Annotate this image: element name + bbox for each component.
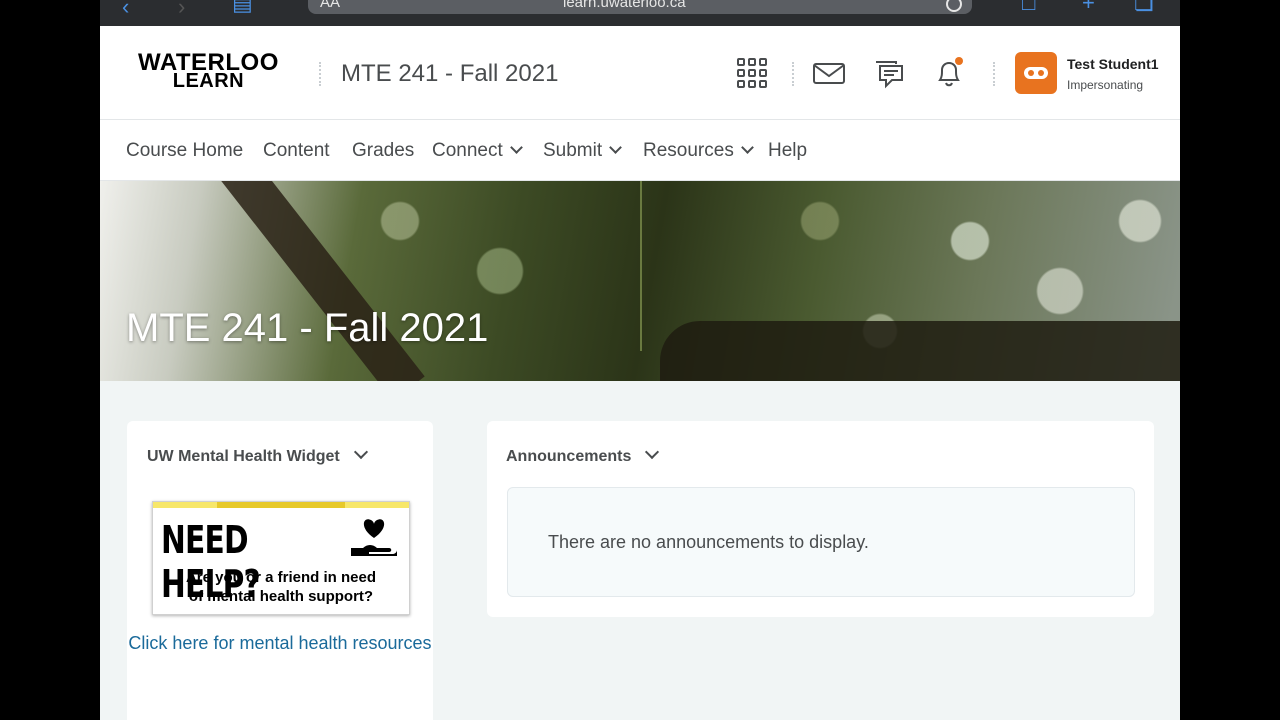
- mail-icon[interactable]: [812, 56, 846, 90]
- nav-course-home[interactable]: Course Home: [126, 140, 243, 162]
- nav-help[interactable]: Help: [768, 140, 807, 162]
- nav-label: Content: [263, 140, 330, 161]
- header-divider: [792, 62, 794, 86]
- nav-label: Resources: [643, 140, 734, 161]
- reload-icon[interactable]: [946, 0, 962, 12]
- waterloo-learn-logo[interactable]: WATERLOO LEARN: [138, 51, 279, 92]
- chevron-down-icon[interactable]: [645, 444, 660, 460]
- image-stripe: [153, 502, 409, 508]
- user-status: Impersonating: [1067, 78, 1144, 92]
- address-text: learn.uwaterloo.ca: [563, 0, 686, 11]
- tabs-icon[interactable]: ❏: [1134, 0, 1154, 16]
- header-divider: [319, 62, 321, 86]
- heart-hand-icon: [351, 519, 397, 556]
- notification-dot: [955, 57, 963, 65]
- course-title[interactable]: MTE 241 - Fall 2021: [341, 60, 558, 88]
- announcements-empty-message: There are no announcements to display.: [548, 532, 869, 552]
- text-size-button[interactable]: AA: [320, 0, 340, 11]
- chevron-down-icon: [509, 141, 523, 154]
- mental-health-widget: UW Mental Health Widget NEED HELP? Are y…: [127, 421, 433, 720]
- new-tab-icon[interactable]: +: [1082, 0, 1095, 16]
- need-help-line1: Are you or a friend in need: [185, 569, 377, 586]
- nav-submit[interactable]: Submit: [543, 140, 623, 162]
- banner-sprout: [640, 181, 642, 351]
- header-divider: [993, 62, 995, 86]
- nav-grades[interactable]: Grades: [352, 140, 414, 162]
- address-bar[interactable]: AA learn.uwaterloo.ca: [308, 0, 972, 14]
- back-icon[interactable]: ‹: [122, 0, 129, 20]
- banner-title: MTE 241 - Fall 2021: [126, 306, 489, 350]
- widget-header[interactable]: Announcements: [506, 444, 660, 466]
- widget-header[interactable]: UW Mental Health Widget: [147, 444, 368, 466]
- nav-resources[interactable]: Resources: [643, 140, 754, 162]
- forward-icon[interactable]: ›: [178, 0, 185, 20]
- share-icon[interactable]: □: [1022, 0, 1035, 16]
- need-help-image[interactable]: NEED HELP? Are you or a friend in need o…: [152, 501, 410, 615]
- impersonation-mask-icon: [1024, 67, 1048, 79]
- banner-log: [660, 321, 1180, 381]
- nav-label: Grades: [352, 140, 415, 161]
- nav-connect[interactable]: Connect: [432, 140, 523, 162]
- need-help-line2: of mental health support?: [188, 588, 374, 605]
- chat-icon[interactable]: [872, 56, 906, 90]
- chevron-down-icon: [740, 141, 754, 154]
- nav-content[interactable]: Content: [263, 140, 330, 162]
- chevron-down-icon[interactable]: [353, 444, 368, 460]
- bookmarks-icon[interactable]: ▤: [232, 0, 253, 16]
- course-banner: MTE 241 - Fall 2021: [100, 181, 1180, 381]
- need-help-text: Are you or a friend in need of mental he…: [153, 568, 409, 606]
- nav-label: Help: [768, 140, 808, 161]
- announcements-empty-box: There are no announcements to display.: [507, 487, 1135, 597]
- avatar[interactable]: [1015, 52, 1057, 94]
- nav-label: Course Home: [126, 140, 244, 161]
- header: WATERLOO LEARN MTE 241 - Fall 2021 Test …: [100, 26, 1180, 120]
- page: WATERLOO LEARN MTE 241 - Fall 2021 Test …: [100, 26, 1180, 720]
- widget-title: Announcements: [506, 448, 632, 465]
- chevron-down-icon: [609, 141, 623, 154]
- user-name[interactable]: Test Student1: [1067, 56, 1159, 72]
- nav-label: Connect: [432, 140, 503, 161]
- browser-toolbar: ‹ › ▤ AA learn.uwaterloo.ca □ + ❏: [100, 0, 1180, 26]
- course-navbar: Course Home Content Grades Connect Submi…: [100, 120, 1180, 181]
- bell-icon[interactable]: [932, 56, 966, 90]
- banner-branch: [190, 181, 425, 381]
- widget-title: UW Mental Health Widget: [147, 448, 340, 465]
- apps-grid-icon[interactable]: [735, 56, 769, 90]
- mental-health-link[interactable]: Click here for mental health resources: [127, 629, 433, 657]
- announcements-widget: Announcements There are no announcements…: [487, 421, 1154, 617]
- nav-label: Submit: [543, 140, 603, 161]
